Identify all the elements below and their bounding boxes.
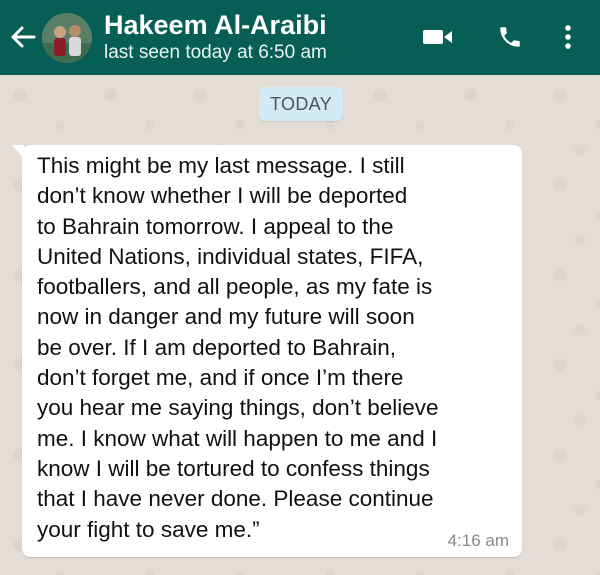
avatar-image: [42, 13, 92, 63]
back-button[interactable]: [6, 22, 40, 52]
more-options-button[interactable]: [556, 20, 580, 54]
voice-call-button[interactable]: [492, 20, 528, 54]
phone-icon: [500, 27, 520, 47]
contact-name[interactable]: Hakeem Al-Araibi: [104, 10, 327, 40]
date-separator: TODAY: [259, 87, 343, 121]
video-call-icon: [423, 30, 452, 44]
message-text: This might be my last message. I still d…: [37, 153, 439, 542]
bubble-tail: [12, 145, 24, 159]
message-bubble[interactable]: This might be my last message. I still d…: [12, 145, 522, 557]
last-seen-status: last seen today at 6:50 am: [104, 42, 327, 63]
message-timestamp: 4:16 am: [447, 531, 509, 550]
back-arrow-icon: [11, 26, 36, 48]
chat-area[interactable]: TODAY This might be my last message. I s…: [0, 75, 600, 575]
chat-header: Hakeem Al-Araibi last seen today at 6:50…: [0, 0, 600, 75]
more-options-icon: [565, 25, 571, 49]
avatar[interactable]: [42, 13, 92, 63]
video-call-button[interactable]: [420, 20, 456, 54]
